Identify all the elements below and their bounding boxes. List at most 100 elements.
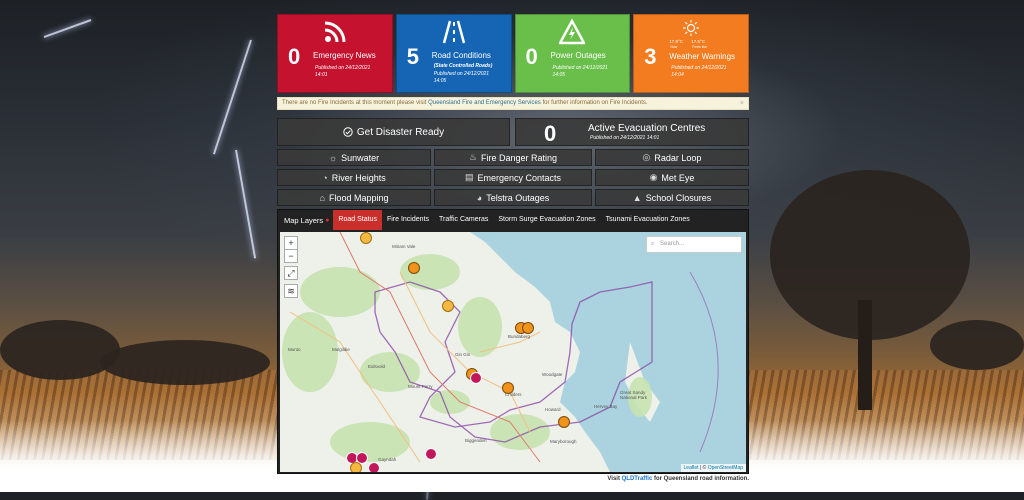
quick-links: ☼ Sunwater ♨ Fire Danger Rating ◎ Radar Loo… <box>277 149 749 206</box>
map-attribution: Leaflet | © OpenStreetMap <box>680 464 746 472</box>
met-eye-button[interactable]: ◉ Met Eye <box>595 169 749 186</box>
flame-icon: ♨ <box>468 152 478 162</box>
qldtraffic-link[interactable]: QLDTraffic <box>622 476 653 482</box>
tab-tsunami-zones[interactable]: Tsunami Evacuation Zones <box>601 210 695 230</box>
footer-text-tail: for Queensland road information. <box>652 476 749 482</box>
notice-text-tail: for further information on Fire Incident… <box>540 100 648 106</box>
fire-danger-rating-button[interactable]: ♨ Fire Danger Rating <box>434 149 592 166</box>
map-search-input[interactable]: ⌕ Search... <box>646 236 742 253</box>
get-disaster-ready-button[interactable]: Get Disaster Ready <box>277 118 510 146</box>
temp-now-label: Now <box>670 45 678 49</box>
qfes-link[interactable]: Queensland Fire and Emergency Services <box>428 100 541 106</box>
town-label: Maryborough <box>550 439 577 444</box>
fire-incidents-notice: There are no Fire Incidents at this mome… <box>277 97 749 110</box>
contacts-icon: ▤ <box>464 172 474 182</box>
town-label: Woodgate <box>542 372 563 377</box>
road-warning-marker[interactable] <box>360 232 372 244</box>
roadworks-marker[interactable] <box>425 448 437 460</box>
close-icon[interactable]: × <box>740 98 744 109</box>
footer-text: Visit <box>607 476 622 482</box>
temp-feels-like-label: Feels like <box>692 45 708 49</box>
school-closures-button[interactable]: ▲ School Closures <box>595 189 749 206</box>
tile-count: 0 <box>525 44 538 69</box>
flood-mapping-button[interactable]: ⌂ Flood Mapping <box>277 189 431 206</box>
tile-published: Published on 24/12/2021 14:01 <box>315 65 371 78</box>
tree-silhouette <box>930 320 1024 370</box>
button-label: Telstra Outages <box>486 192 550 203</box>
button-label: Met Eye <box>661 172 695 183</box>
telstra-outages-button[interactable]: ◕ Telstra Outages <box>434 189 592 206</box>
button-label: Sunwater <box>341 152 380 163</box>
town-label: Miriam Vale <box>392 244 416 249</box>
town-label: Hervey Bay <box>594 404 618 409</box>
emergency-news-tile[interactable]: 0 Emergency News Published on 24/12/2021… <box>277 14 393 93</box>
power-outages-tile[interactable]: 0 Power Outages Published on 24/12/2021 … <box>514 14 631 93</box>
button-label: River Heights <box>331 172 386 183</box>
primary-actions: Get Disaster Ready 0 Active Evacuation C… <box>277 118 749 146</box>
road-closure-marker[interactable] <box>502 382 514 394</box>
tree-silhouette <box>100 340 270 385</box>
town-label: Gayndah <box>378 457 397 462</box>
tile-published: Published on 24/12/2021 14:05 <box>433 71 490 84</box>
sunwater-button[interactable]: ☼ Sunwater <box>277 149 431 166</box>
footer-note: Visit QLDTraffic for Queensland road inf… <box>0 476 749 482</box>
osm-link[interactable]: OpenStreetMap <box>708 465 743 471</box>
emergency-contacts-button[interactable]: ▤ Emergency Contacts <box>434 169 592 186</box>
town-label: Mulgildie <box>332 347 350 352</box>
tab-fire-incidents[interactable]: Fire Incidents <box>382 210 434 230</box>
button-label: School Closures <box>645 192 712 203</box>
tile-label: Power Outages <box>550 51 606 60</box>
eye-icon: ◉ <box>649 172 658 182</box>
tile-published: Published on 24/12/2021 14:04 <box>671 65 727 78</box>
leaflet-link[interactable]: Leaflet <box>684 465 699 471</box>
evacuation-published: Published on 24/12/2021 14:01 <box>590 135 660 141</box>
tile-label: Emergency News <box>313 51 376 60</box>
roadworks-marker[interactable] <box>470 372 482 384</box>
tab-road-status[interactable]: Road Status <box>333 210 382 230</box>
tile-count: 5 <box>406 44 419 69</box>
tile-label: Weather Warnings <box>669 52 736 61</box>
road-warning-marker[interactable] <box>442 300 454 312</box>
town-label: Mount Perry <box>408 384 433 389</box>
road-closure-marker[interactable] <box>522 322 534 334</box>
road-conditions-tile[interactable]: 5 Road Conditions (State Controlled Road… <box>395 14 512 93</box>
tab-storm-surge-zones[interactable]: Storm Surge Evacuation Zones <box>493 210 600 230</box>
button-label: Fire Danger Rating <box>481 152 558 163</box>
road-closure-marker[interactable] <box>558 416 570 428</box>
evacuation-centres-panel[interactable]: 0 Active Evacuation Centres Published on… <box>515 118 749 146</box>
notice-text: There are no Fire Incidents at this mome… <box>282 100 429 106</box>
sun-icon <box>634 20 748 41</box>
summary-tiles: 0 Emergency News Published on 24/12/2021… <box>277 14 749 93</box>
layers-toggle-icon[interactable]: ≋ <box>284 284 298 298</box>
zoom-in-button[interactable]: + <box>284 236 298 250</box>
zoom-out-button[interactable]: − <box>284 249 298 263</box>
button-label: Get Disaster Ready <box>356 126 445 138</box>
road-closure-marker[interactable] <box>408 262 420 274</box>
tab-traffic-cameras[interactable]: Traffic Cameras <box>434 210 493 230</box>
temp-feels-like: 17.5°C <box>691 39 706 44</box>
tile-count: 3 <box>644 44 657 69</box>
map-view[interactable]: Miriam Vale Bundaberg Gin Gin Childers H… <box>280 232 746 472</box>
layers-indicator-icon: ● <box>325 216 330 224</box>
tile-label: Road Conditions <box>431 51 491 60</box>
search-placeholder: Search... <box>660 241 685 247</box>
flood-house-icon: ⌂ <box>319 192 325 203</box>
town-label: Great Sandy National Park <box>620 390 648 400</box>
road-warning-marker[interactable] <box>350 462 362 472</box>
map-panel: Map Layers ● Road Status Fire Incidents … <box>277 209 749 474</box>
graduation-cap-icon: ▲ <box>632 192 642 203</box>
tile-published: Published on 24/12/2021 14:05 <box>552 65 608 78</box>
tree-silhouette <box>0 320 120 380</box>
radar-loop-button[interactable]: ◎ Radar Loop <box>595 149 749 166</box>
pie-icon: ◕ <box>476 192 483 203</box>
tree-trunk <box>858 300 872 410</box>
weather-warnings-tile[interactable]: 17.8°C 17.5°C Now Feels like 3 Weather W… <box>633 14 749 93</box>
river-heights-button[interactable]: ◔ River Heights <box>277 169 431 186</box>
roadworks-marker[interactable] <box>368 462 380 472</box>
map-base <box>282 232 746 472</box>
town-label: Bundaberg <box>508 334 531 339</box>
fullscreen-icon[interactable]: ⤢ <box>284 266 298 280</box>
town-label: Monto <box>288 347 301 352</box>
map-layer-tabs: Map Layers ● Road Status Fire Incidents … <box>278 210 748 230</box>
evacuation-count: 0 <box>544 121 557 146</box>
